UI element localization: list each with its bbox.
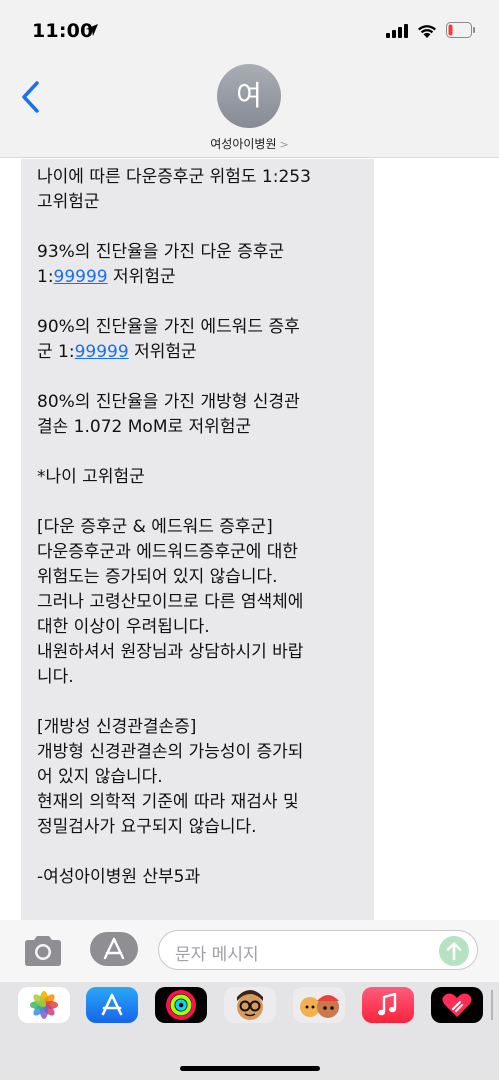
home-indicator[interactable] [180,1066,320,1071]
message-paragraph: [다운 증후군 & 에드워드 증후군] 다운증후군과 에드워드증후군에 대한 위… [37,515,367,690]
app-store-icon [103,937,125,960]
back-chevron-icon[interactable] [18,80,44,114]
message-line: 위험도는 증가되어 있지 않습니다. [37,567,278,587]
message-line: [개방성 신경관결손증] [37,717,197,737]
message-paragraph: 나이에 따른 다운증후군 위험도 1:253 고위험군 [37,165,367,215]
status-bar: 11:00 [0,0,499,60]
message-text: 나이에 따른 다운증후군 위험도 1:253 고위험군 93%의 진단율을 가진… [37,165,367,915]
activity-icon[interactable] [155,987,207,1023]
music-icon[interactable] [362,987,414,1023]
digital-touch-icon[interactable] [431,987,483,1023]
location-arrow-icon [86,24,98,36]
memoji-stickers-icon[interactable] [293,987,345,1023]
contact-name-row[interactable]: 여성아이병원 > [0,135,499,152]
message-line: 정밀검사가 요구되지 않습니다. [37,817,257,837]
photos-icon[interactable] [18,987,70,1023]
message-line: 고위험군 [37,192,100,212]
message-line: *나이 고위험군 [37,467,145,487]
camera-icon[interactable] [22,934,64,968]
conversation-header: 여 여성아이병원 > [0,60,499,158]
message-paragraph: 80%의 진단율을 가진 개방형 신경관 결손 1.072 MoM로 저위험군 [37,390,367,440]
message-line: 개방형 신경관결손의 가능성이 증가되 [37,742,304,762]
message-line: 그러나 고령산모이므로 다른 염색체에 [37,592,304,612]
message-paragraph: [개방성 신경관결손증] 개방형 신경관결손의 가능성이 증가되 어 있지 않습… [37,715,367,840]
message-thread[interactable]: 나이에 따른 다운증후군 위험도 1:253 고위험군 93%의 진단율을 가진… [0,159,499,920]
drawer-divider [491,990,493,1020]
memoji-icon[interactable] [224,987,276,1023]
message-line: 결손 1.072 MoM로 저위험군 [37,417,252,437]
message-input[interactable]: 문자 메시지 [158,930,478,970]
phone-number-link[interactable]: 99999 [54,267,108,287]
message-line: 어 있지 않습니다. [37,767,163,787]
message-paragraph: 90%의 진단율을 가진 에드워드 증후 군 1:99999 저위험군 [37,315,367,365]
message-line: 93%의 진단율을 가진 다운 증후군 [37,242,285,262]
message-line: 군 1:99999 저위험군 [37,342,197,362]
message-line: 90%의 진단율을 가진 에드워드 증후 [37,317,300,337]
message-line: 내원하셔서 원장님과 상담하시기 바랍 [37,642,304,662]
wifi-icon [418,25,436,38]
app-store-drawer-button[interactable] [90,932,138,966]
phone-number-link[interactable]: 99999 [75,342,129,362]
message-line: 대한 이상이 우려됩니다. [37,617,210,637]
message-input-placeholder: 문자 메시지 [175,945,259,965]
app-store-icon[interactable] [86,987,138,1023]
message-line: [다운 증후군 & 에드워드 증후군] [37,517,273,537]
compose-bar: 문자 메시지 [0,920,499,982]
message-line: 1:99999 저위험군 [37,267,176,287]
message-line: 니다. [37,667,74,687]
message-line: 현재의 의학적 기준에 따라 재검사 및 [37,792,299,812]
message-paragraph: -여성아이병원 산부5과 [37,865,367,890]
contact-avatar[interactable]: 여 [217,64,281,128]
send-button[interactable] [439,936,469,966]
message-line: 나이에 따른 다운증후군 위험도 1:253 [37,167,311,187]
message-line: -여성아이병원 산부5과 [37,867,201,887]
battery-low-icon [446,22,475,38]
message-paragraph: 93%의 진단율을 가진 다운 증후군 1:99999 저위험군 [37,240,367,290]
contact-name[interactable]: 여성아이병원 [210,137,276,151]
imessage-app-drawer [0,982,499,1080]
message-paragraph: *나이 고위험군 [37,465,367,490]
cellular-signal-icon [386,24,408,38]
message-line: 80%의 진단율을 가진 개방형 신경관 [37,392,300,412]
message-line: 다운증후군과 에드워드증후군에 대한 [37,542,299,562]
arrow-up-icon [446,942,462,961]
chevron-right-icon: > [279,138,289,151]
